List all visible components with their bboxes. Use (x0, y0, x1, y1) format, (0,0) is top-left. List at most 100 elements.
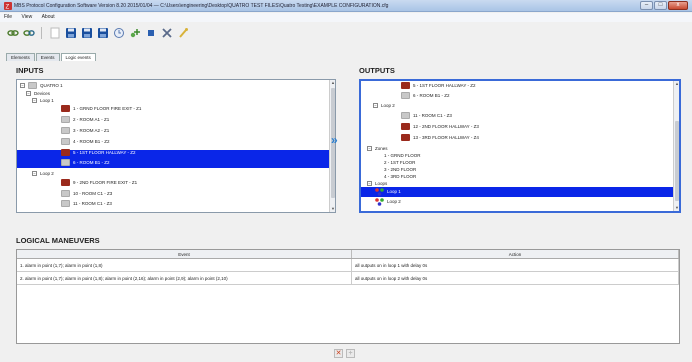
input-device-row-selected[interactable]: 5 - 1ST FLOOR HALLWAY - Z2 (61, 148, 136, 157)
connect-button[interactable] (6, 27, 19, 40)
grid-icon (147, 30, 154, 36)
detector-icon (61, 138, 70, 145)
tree-node-loop2[interactable]: − Loop 2 (373, 101, 395, 110)
collapse-icon[interactable]: − (367, 146, 372, 151)
title-bar: Z MBS Protocol Configuration Software Ve… (0, 0, 692, 12)
output-device-row[interactable]: 5 - 1ST FLOOR HALLWAY - Z2 (401, 81, 476, 90)
inputs-tree[interactable]: − QUATRO 1 − Devices − Loop 1 1 - GRND F… (16, 79, 336, 213)
add-maneuver-button[interactable]: + (346, 349, 355, 358)
delete-button[interactable] (160, 27, 173, 40)
disconnect-button[interactable] (22, 27, 35, 40)
device-label: 3 - ROOM A2 - Z1 (73, 128, 110, 133)
table-header: Event Action (17, 250, 679, 259)
logical-table: Event Action 1. alarm in point (1,7); al… (16, 249, 680, 344)
output-device-row[interactable]: 11 - ROOM C1 - Z3 (401, 111, 452, 120)
save-all-button[interactable] (96, 27, 109, 40)
output-device-row[interactable]: 12 - 2ND FLOOR HALLWAY - Z3 (401, 122, 479, 131)
save-button[interactable] (64, 27, 77, 40)
collapse-icon[interactable]: − (20, 83, 25, 88)
add-button[interactable] (128, 27, 141, 40)
collapse-icon[interactable]: − (373, 103, 378, 108)
scroll-up-icon[interactable]: ▲ (330, 80, 335, 86)
refresh-button[interactable] (112, 27, 125, 40)
toolbar-separator (41, 27, 42, 39)
scroll-down-icon[interactable]: ▼ (674, 205, 679, 211)
new-file-button[interactable] (48, 27, 61, 40)
loop-row-selected[interactable]: Loop 1 (375, 187, 401, 196)
tab-elements[interactable]: Elements (6, 53, 35, 61)
tab-logic-events[interactable]: Logic events (60, 53, 96, 61)
device-label: 13 - 3RD FLOOR HALLWAY - Z4 (413, 135, 479, 140)
collapse-icon[interactable]: − (32, 171, 37, 176)
output-device-row[interactable]: 6 - ROOM B1 - Z2 (401, 91, 450, 100)
input-device-row[interactable]: 9 - 2ND FLOOR FIRE EXIT - Z1 (61, 178, 137, 187)
column-header-event[interactable]: Event (17, 250, 352, 258)
input-device-row-selected[interactable]: 6 - ROOM B1 - Z2 (61, 158, 110, 167)
column-header-action[interactable]: Action (352, 250, 679, 258)
device-label: 11 - ROOM C1 - Z3 (413, 113, 452, 118)
toolbar (6, 24, 189, 42)
floppy-icon (65, 28, 76, 38)
logical-heading: LOGICAL MANEUVERS (16, 236, 100, 245)
output-device-row[interactable]: 13 - 3RD FLOOR HALLWAY - Z4 (401, 133, 479, 142)
panel-icon (28, 82, 37, 89)
detector-icon (401, 112, 410, 119)
menu-view[interactable]: View (17, 13, 36, 21)
inputs-heading: INPUTS (16, 66, 44, 75)
footer-buttons: ✕ + (334, 349, 355, 358)
tools-button[interactable] (176, 27, 189, 40)
scroll-down-icon[interactable]: ▼ (330, 206, 335, 212)
wrench-icon (178, 28, 188, 38)
link-icon (6, 30, 19, 36)
collapse-icon[interactable]: − (32, 98, 37, 103)
input-device-row[interactable]: 11 - ROOM C1 - Z3 (61, 199, 112, 208)
maximize-button[interactable]: □ (654, 1, 667, 10)
transfer-right-button[interactable]: » (331, 133, 338, 147)
input-device-row[interactable]: 3 - ROOM A2 - Z1 (61, 126, 109, 135)
action-cell: all outputs on in loop 2 with delay 0s (352, 272, 679, 284)
device-label: 1 - GRND FLOOR FIRE EXIT - Z1 (73, 106, 142, 111)
scroll-thumb[interactable] (675, 121, 679, 201)
minimize-button[interactable]: – (640, 1, 653, 10)
tree-label: Loop 1 (40, 98, 54, 103)
grid-button[interactable] (144, 27, 157, 40)
save-as-button[interactable] (80, 27, 93, 40)
tab-events[interactable]: Events (35, 53, 60, 61)
outputs-tree[interactable]: 5 - 1ST FLOOR HALLWAY - Z2 6 - ROOM B1 -… (359, 79, 681, 213)
close-button[interactable]: x (668, 1, 688, 10)
device-label: 5 - 1ST FLOOR HALLWAY - Z2 (413, 83, 476, 88)
table-empty-area (17, 285, 679, 343)
window-title: MBS Protocol Configuration Software Vers… (14, 3, 389, 9)
output-selection-highlight (361, 187, 673, 197)
device-icon (61, 159, 70, 166)
loop-icon (375, 187, 384, 196)
double-chevron-right-icon: » (331, 133, 338, 147)
detector-icon (61, 116, 70, 123)
detector-icon (61, 200, 70, 207)
table-row[interactable]: 1. alarm in point (1,7); alarm in point … (17, 259, 679, 272)
device-label: 12 - 2ND FLOOR HALLWAY - Z3 (413, 124, 479, 129)
scroll-up-icon[interactable]: ▲ (674, 81, 679, 87)
loop-row[interactable]: Loop 2 (375, 197, 401, 206)
outputs-scrollbar[interactable]: ▲ ▼ (673, 81, 679, 211)
tree-label: Loop 2 (40, 171, 54, 176)
loop-label: Loop 1 (387, 189, 401, 194)
input-device-row[interactable]: 2 - ROOM A1 - Z1 (61, 115, 109, 124)
input-device-row[interactable]: 1 - GRND FLOOR FIRE EXIT - Z1 (61, 104, 141, 113)
input-device-row[interactable]: 10 - ROOM C1 - Z3 (61, 189, 112, 198)
tree-node-loop2[interactable]: − Loop 2 (32, 169, 54, 178)
device-icon (401, 82, 410, 89)
table-row[interactable]: 2. alarm in point (1,7); alarm in point … (17, 272, 679, 285)
menu-file[interactable]: File (0, 13, 16, 21)
delete-maneuver-button[interactable]: ✕ (334, 349, 343, 358)
loop-icon (375, 197, 384, 206)
tree-node-loop1[interactable]: − Loop 1 (32, 96, 54, 105)
device-label: 2 - ROOM A1 - Z1 (73, 117, 110, 122)
input-device-row[interactable]: 4 - ROOM B1 - Z2 (61, 137, 110, 146)
collapse-icon[interactable]: − (367, 181, 372, 186)
menu-about[interactable]: About (38, 13, 59, 21)
svg-text:Z: Z (6, 5, 10, 11)
collapse-icon[interactable]: − (26, 91, 31, 96)
menu-bar: File View About (0, 13, 692, 22)
device-label: 6 - ROOM B1 - Z2 (73, 160, 110, 165)
